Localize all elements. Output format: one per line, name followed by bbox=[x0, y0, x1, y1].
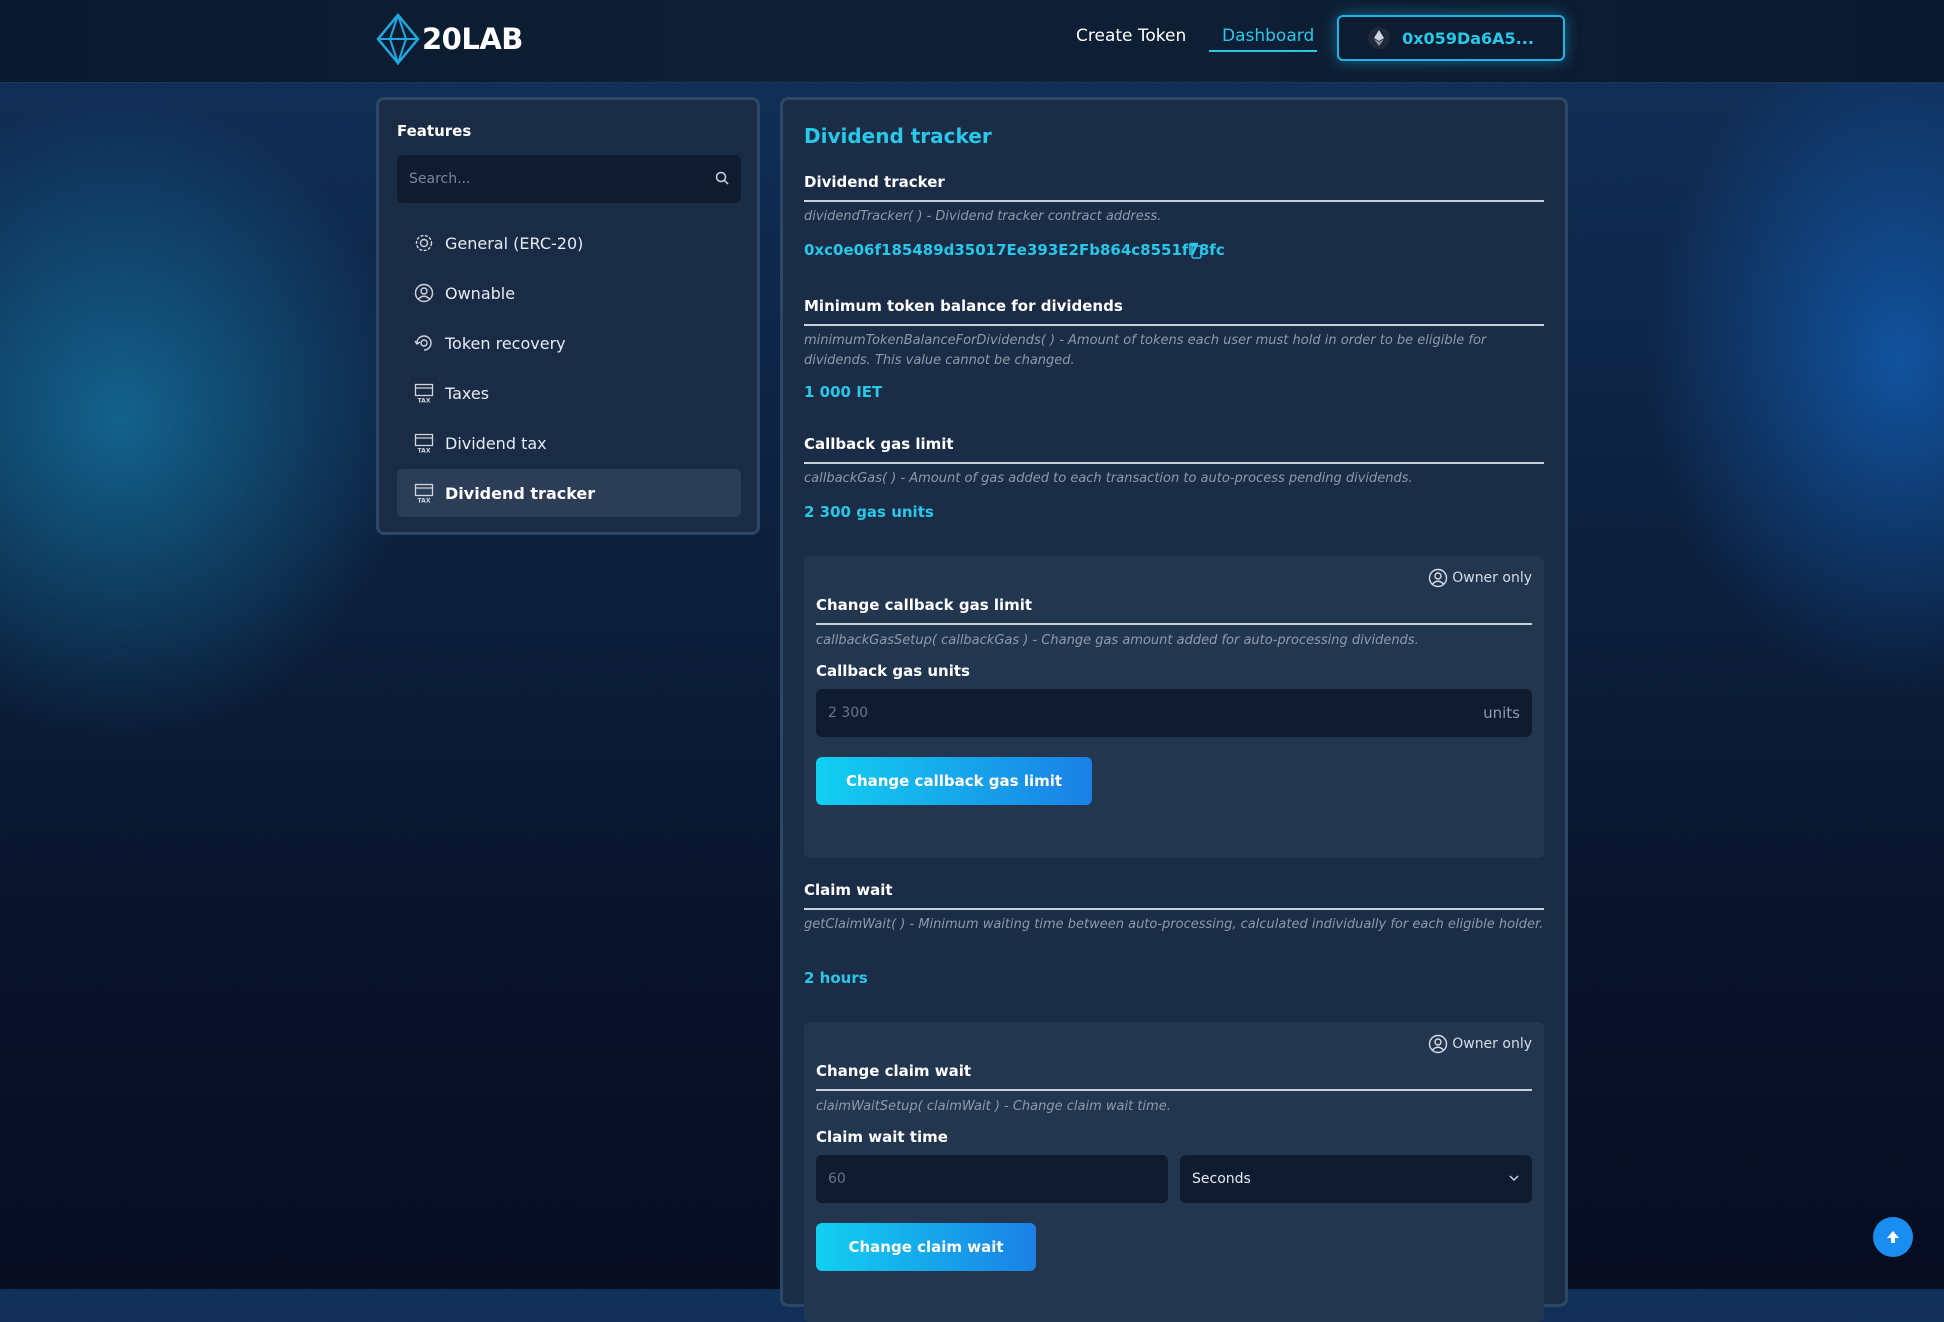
change-callback-gas-button[interactable]: Change callback gas limit bbox=[816, 757, 1092, 805]
sidebar-item-general[interactable]: General (ERC-20) bbox=[397, 219, 741, 267]
input-placeholder: 60 bbox=[828, 1171, 846, 1187]
change-claim-title: Change claim wait bbox=[816, 1062, 972, 1080]
section-divider bbox=[804, 908, 1544, 910]
arrow-up-icon bbox=[1887, 1231, 1899, 1243]
owner-only-tag: Owner only bbox=[1428, 568, 1532, 588]
svg-text:TAX: TAX bbox=[418, 448, 431, 454]
section-desc-min-balance: minimumTokenBalanceForDividends( ) - Amo… bbox=[804, 333, 1487, 368]
callback-gas-units-input[interactable]: 2 300 units bbox=[816, 689, 1532, 737]
page-title: Dividend tracker bbox=[804, 124, 992, 148]
change-gas-title: Change callback gas limit bbox=[816, 596, 1033, 614]
sidebar-item-ownable[interactable]: Ownable bbox=[397, 269, 741, 317]
user-circle-icon bbox=[1429, 568, 1448, 588]
features-sidebar: Features Search... General (ERC-20) Owna… bbox=[376, 97, 760, 535]
nav-active-underline bbox=[1209, 50, 1317, 52]
svg-text:TAX: TAX bbox=[418, 498, 431, 504]
callback-gas-value: 2 300 gas units bbox=[804, 503, 934, 521]
input-unit: units bbox=[1483, 704, 1520, 722]
sidebar-title: Features bbox=[397, 122, 472, 140]
scroll-to-top-button[interactable] bbox=[1873, 1217, 1913, 1257]
section-divider bbox=[804, 200, 1544, 202]
section-divider bbox=[804, 324, 1544, 326]
sidebar-item-label: Dividend tracker bbox=[445, 483, 596, 503]
min-balance-value: 1 000 IET bbox=[804, 383, 883, 401]
copy-icon[interactable] bbox=[1187, 242, 1203, 260]
wallet-button[interactable]: 0x059Da6A5... bbox=[1337, 15, 1565, 61]
svg-text:TAX: TAX bbox=[418, 398, 431, 404]
search-placeholder: Search... bbox=[409, 171, 471, 187]
logo[interactable]: 20LAB bbox=[376, 13, 523, 65]
select-value: Seconds bbox=[1192, 1171, 1251, 1187]
recovery-icon bbox=[413, 332, 435, 354]
sidebar-item-dividend-tax[interactable]: TAX Dividend tax bbox=[397, 419, 741, 467]
owner-box-change-claim: Owner only Change claim wait claimWaitSe… bbox=[804, 1022, 1544, 1322]
ethereum-icon bbox=[1368, 27, 1391, 49]
section-title-claim-wait: Claim wait bbox=[804, 881, 893, 899]
section-desc-tracker: dividendTracker( ) - Dividend tracker co… bbox=[804, 209, 1162, 224]
section-divider bbox=[816, 1089, 1532, 1091]
sidebar-item-label: Ownable bbox=[445, 283, 516, 303]
section-title-callback-gas: Callback gas limit bbox=[804, 435, 954, 453]
tax-icon: TAX bbox=[413, 382, 435, 404]
owner-only-tag: Owner only bbox=[1428, 1034, 1532, 1054]
section-desc-claim-wait: getClaimWait( ) - Minimum waiting time b… bbox=[804, 917, 1544, 932]
user-circle-icon bbox=[413, 282, 435, 304]
wallet-address: 0x059Da6A5... bbox=[1402, 28, 1534, 48]
sidebar-item-label: General (ERC-20) bbox=[445, 233, 584, 253]
section-title-min-balance: Minimum token balance for dividends bbox=[804, 297, 1123, 315]
section-divider bbox=[804, 462, 1544, 464]
claim-wait-time-label: Claim wait time bbox=[816, 1128, 948, 1146]
change-gas-desc: callbackGasSetup( callbackGas ) - Change… bbox=[816, 633, 1419, 648]
sidebar-item-taxes[interactable]: TAX Taxes bbox=[397, 369, 741, 417]
callback-gas-units-label: Callback gas units bbox=[816, 662, 970, 680]
claim-wait-time-input[interactable]: 60 bbox=[816, 1155, 1168, 1203]
gear-icon bbox=[413, 232, 435, 254]
sidebar-item-label: Dividend tax bbox=[445, 433, 547, 453]
change-claim-desc: claimWaitSetup( claimWait ) - Change cla… bbox=[816, 1099, 1171, 1114]
owner-only-label: Owner only bbox=[1452, 570, 1532, 586]
section-title-tracker: Dividend tracker bbox=[804, 173, 945, 191]
sidebar-item-label: Token recovery bbox=[445, 333, 566, 353]
logo-text: 20LAB bbox=[422, 22, 523, 56]
top-header: 20LAB Create Token Dashboard 0x059Da6A5.… bbox=[0, 0, 1944, 83]
search-icon[interactable] bbox=[715, 171, 729, 185]
time-unit-select[interactable]: Seconds bbox=[1180, 1155, 1532, 1203]
user-circle-icon bbox=[1429, 1034, 1448, 1054]
search-input[interactable]: Search... bbox=[397, 155, 741, 203]
sidebar-item-label: Taxes bbox=[445, 383, 490, 403]
nav-create-token[interactable]: Create Token bbox=[1076, 26, 1186, 46]
sidebar-item-dividend-tracker[interactable]: TAX Dividend tracker bbox=[397, 469, 741, 517]
tax-icon: TAX bbox=[413, 432, 435, 454]
input-placeholder: 2 300 bbox=[828, 705, 869, 721]
chevron-down-icon bbox=[1509, 1175, 1519, 1181]
tracker-address-value[interactable]: 0xc0e06f185489d35017Ee393E2Fb864c8551f78… bbox=[804, 241, 1225, 259]
claim-wait-value: 2 hours bbox=[804, 969, 868, 987]
diamond-logo-icon bbox=[376, 13, 420, 65]
tax-icon: TAX bbox=[413, 482, 435, 504]
change-claim-wait-button[interactable]: Change claim wait bbox=[816, 1223, 1036, 1271]
sidebar-item-token-recovery[interactable]: Token recovery bbox=[397, 319, 741, 367]
section-divider bbox=[816, 623, 1532, 625]
owner-only-label: Owner only bbox=[1452, 1036, 1532, 1052]
owner-box-change-gas: Owner only Change callback gas limit cal… bbox=[804, 556, 1544, 858]
section-desc-callback-gas: callbackGas( ) - Amount of gas added to … bbox=[804, 471, 1413, 486]
nav-dashboard[interactable]: Dashboard bbox=[1222, 26, 1314, 46]
dividend-tracker-panel: Dividend tracker Dividend tracker divide… bbox=[780, 97, 1568, 1322]
